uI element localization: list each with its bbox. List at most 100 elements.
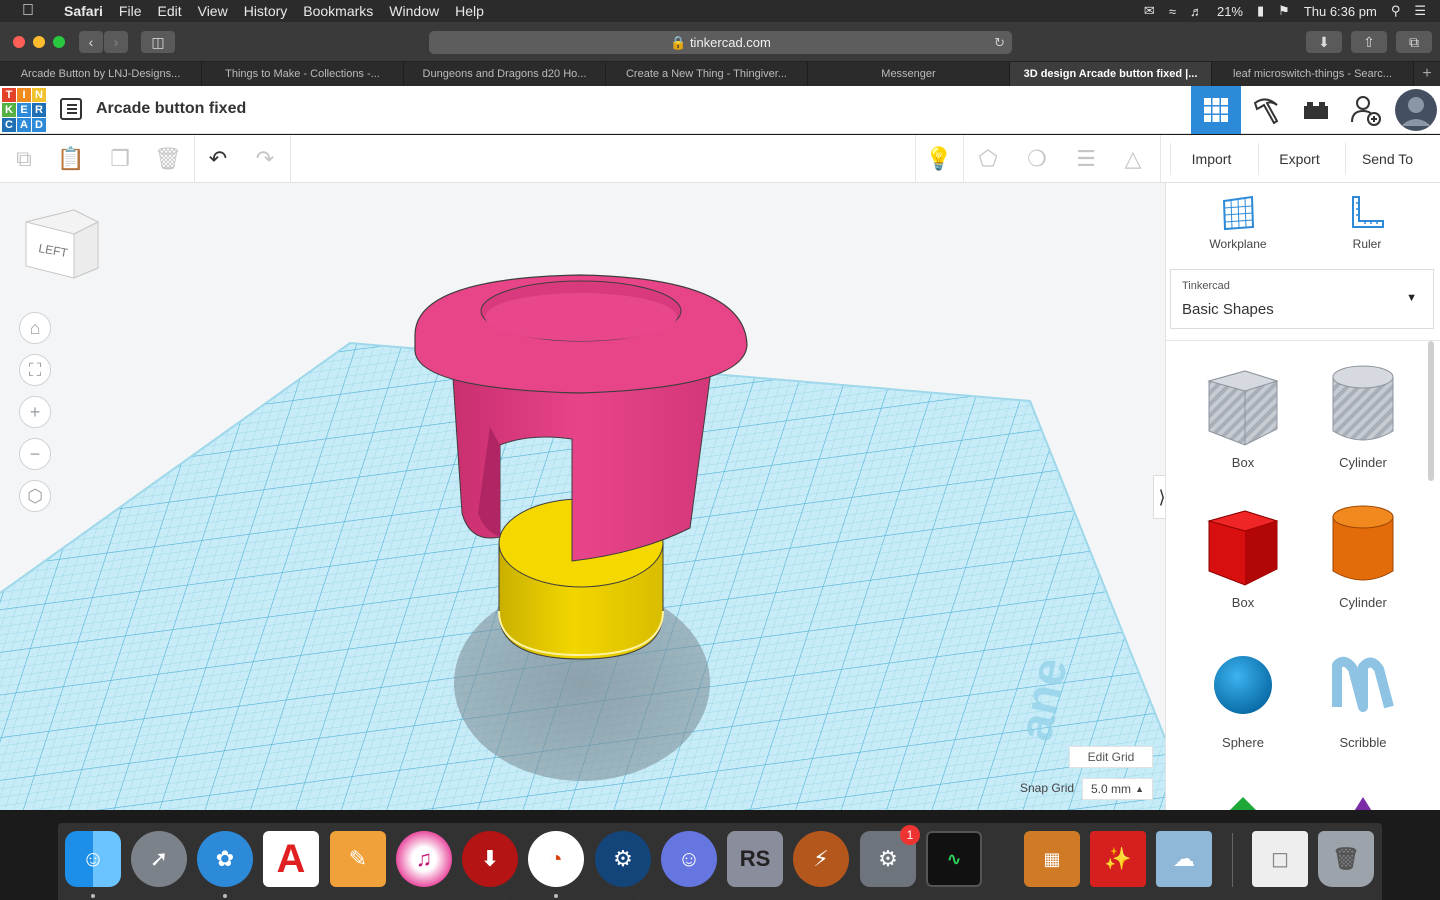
autocad-icon[interactable]: A [263,831,319,887]
pages-icon[interactable]: ✎ [330,831,386,887]
ungroup-icon[interactable]: ❍ [1021,143,1053,175]
itunes-icon[interactable]: ♫ [396,831,452,887]
volume-icon[interactable]: ♬ [1190,4,1203,19]
design-list-icon[interactable] [60,98,82,120]
forward-icon[interactable]: › [104,31,128,53]
shape-partial-purple[interactable] [1308,793,1418,810]
undo-icon[interactable]: ↶ [202,143,234,175]
menu-history[interactable]: History [236,3,296,19]
window-close-button[interactable] [13,36,25,48]
shape-library-select[interactable]: Tinkercad Basic Shapes ▼ [1170,269,1434,329]
export-button[interactable]: Export [1258,143,1340,175]
paste-icon[interactable]: 📋 [55,143,87,175]
browser-tab[interactable]: Create a New Thing - Thingiver... [606,62,808,86]
activity-monitor-icon[interactable]: ∿ [926,831,982,887]
rs-app-icon[interactable]: RS [727,831,783,887]
shape-cylinder-hole[interactable]: Cylinder [1308,363,1418,470]
clock-app-icon[interactable]: ◔ [528,831,584,887]
mirror-icon[interactable]: △ [1117,143,1149,175]
new-tab-icon[interactable]: + [1414,62,1440,86]
steam-icon[interactable]: ⚙ [595,831,651,887]
3d-view-button[interactable] [1191,86,1241,134]
sidebar-toggle-icon[interactable]: ◫ [141,31,175,53]
finder-icon[interactable]: ☺ [65,831,121,887]
menu-help[interactable]: Help [447,3,492,19]
send-to-button[interactable]: Send To [1345,143,1429,175]
shape-box[interactable]: Box [1188,503,1298,610]
panel-scrollbar[interactable] [1428,341,1434,481]
zoom-out-icon[interactable]: − [19,438,51,470]
browser-tab[interactable]: Messenger [808,62,1010,86]
tinkercad-logo[interactable]: T I N K E R C A D [2,88,46,132]
trash-icon[interactable]: 🗑 [1318,831,1374,887]
address-bar[interactable]: 🔒 tinkercad.com ↻ [429,31,1012,54]
workplane-scene[interactable]: ane [0,183,1165,810]
browser-tab[interactable]: Dungeons and Dragons d20 Ho... [404,62,606,86]
duplicate-icon[interactable]: ❐ [104,143,136,175]
battery-percent[interactable]: 21% [1217,4,1243,19]
preview-icon[interactable]: ☁ [1156,831,1212,887]
menu-file[interactable]: File [111,3,150,19]
shape-box-hole[interactable]: Box [1188,363,1298,470]
group-icon[interactable]: ⬠ [972,143,1004,175]
menu-app-name[interactable]: Safari [56,3,111,19]
browser-tab[interactable]: leaf microswitch-things - Searc... [1212,62,1414,86]
system-preferences-icon[interactable]: ⚙ 1 [860,825,920,887]
delete-icon[interactable]: 🗑 [152,143,184,175]
shape-cylinder[interactable]: Cylinder [1308,503,1418,610]
spotlight-icon[interactable]: ⚲ [1391,3,1401,19]
menu-view[interactable]: View [190,3,236,19]
notifications-muted-icon[interactable]: ✉ [1144,3,1155,19]
notification-center-icon[interactable]: ☰ [1414,3,1426,19]
window-minimize-button[interactable] [33,36,45,48]
align-icon[interactable]: ☰ [1070,143,1102,175]
menu-edit[interactable]: Edit [149,3,189,19]
share-icon[interactable]: ⇧ [1351,31,1387,53]
back-icon[interactable]: ‹ [79,31,103,53]
reload-icon[interactable]: ↻ [994,31,1005,54]
home-view-icon[interactable]: ⌂ [19,312,51,344]
downloader-icon[interactable]: ⬇ [462,831,518,887]
design-title[interactable]: Arcade button fixed [96,100,246,118]
wifi-icon[interactable]: ≈ [1169,4,1176,19]
invite-user-button[interactable] [1341,86,1391,134]
downloads-icon[interactable]: ⬇ [1306,31,1342,53]
zoom-in-icon[interactable]: + [19,396,51,428]
apple-menu-icon[interactable]:  [0,2,56,20]
copy-icon[interactable]: ⧉ [8,143,40,175]
shape-scribble[interactable]: Scribble [1308,643,1418,750]
discord-icon[interactable]: ☺ [661,831,717,887]
battery-icon[interactable]: ▮ [1257,3,1264,19]
edit-grid-button[interactable]: Edit Grid [1069,746,1153,768]
flag-icon[interactable]: ⚑ [1278,3,1290,19]
workplane-button[interactable]: Workplane [1188,195,1288,251]
shape-partial-green[interactable] [1188,793,1298,810]
bricks-button[interactable] [1291,86,1341,134]
calculator-icon[interactable]: ▦ [1024,831,1080,887]
fit-view-icon[interactable]: ⛶ [19,354,51,386]
acrobat-icon[interactable]: ✨ [1090,831,1146,887]
codeblocks-button[interactable] [1241,86,1291,134]
notes-lightbulb-icon[interactable]: 💡 [923,143,955,175]
menu-window[interactable]: Window [381,3,447,19]
browser-tab[interactable]: Things to Make - Collections -... [202,62,404,86]
window-zoom-button[interactable] [53,36,65,48]
collapse-panel-icon[interactable]: ⟩ [1153,475,1165,519]
redo-icon[interactable]: ↷ [249,143,281,175]
snap-grid-select[interactable]: 5.0 mm ▲ [1082,778,1153,800]
browser-tab-active[interactable]: 3D design Arcade button fixed |... [1010,62,1212,86]
ruler-button[interactable]: Ruler [1317,195,1417,251]
clock[interactable]: Thu 6:36 pm [1304,4,1377,19]
perspective-icon[interactable]: ⬡ [19,480,51,512]
tab-overview-icon[interactable]: ⧉ [1396,31,1432,53]
safari-icon[interactable]: ✿ [197,831,253,887]
3d-viewport[interactable]: ane LEFT ⌂ ⛶ + − ⬡ Edit Grid Snap Grid 5… [0,183,1165,810]
menu-bookmarks[interactable]: Bookmarks [295,3,381,19]
profile-button[interactable] [1391,86,1440,134]
shape-sphere[interactable]: Sphere [1188,643,1298,750]
files-stack-icon[interactable]: ◻ [1252,831,1308,887]
view-cube[interactable]: LEFT [22,208,102,285]
browser-tab[interactable]: Arcade Button by LNJ-Designs... [0,62,202,86]
launchpad-icon[interactable]: ➚ [131,831,187,887]
spark-icon[interactable]: ⚡ [793,831,849,887]
